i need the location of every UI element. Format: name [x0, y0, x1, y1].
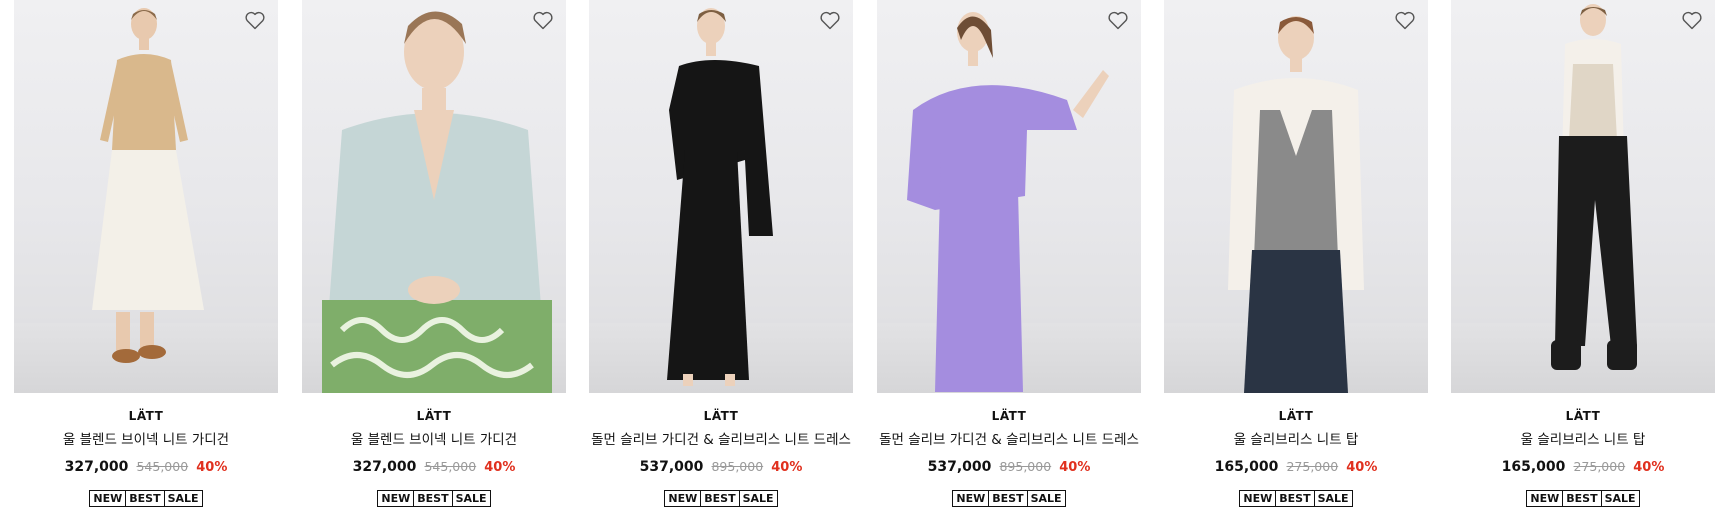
price-row: 327,000 545,000 40% [14, 456, 278, 476]
garment-bottom [1555, 136, 1637, 346]
badge-group: NEW BEST SALE [377, 490, 491, 507]
badge-group: NEW BEST SALE [952, 490, 1066, 507]
product-image[interactable] [1451, 0, 1715, 393]
garment-bottom [1244, 250, 1348, 393]
model-figure [92, 8, 204, 363]
product-name[interactable]: 울 슬리브리스 니트 탑 [1451, 431, 1715, 449]
product-grid: LÄTT 울 블렌드 브이넥 니트 가디건 327,000 545,000 40… [0, 0, 1715, 515]
model-figure [1228, 16, 1364, 393]
badge-sale: SALE [1026, 490, 1066, 507]
brand-name: LÄTT [416, 409, 452, 423]
product-info: LÄTT 울 슬리브리스 니트 탑 165,000 275,000 40% NE… [1451, 408, 1715, 507]
heart-outline-icon[interactable] [818, 8, 842, 32]
model-figure [667, 8, 773, 386]
garment-top [1569, 64, 1617, 140]
product-name[interactable]: 울 슬리브리스 니트 탑 [1164, 431, 1428, 449]
original-price: 545,000 [136, 459, 189, 474]
product-card[interactable]: LÄTT 울 슬리브리스 니트 탑 165,000 275,000 40% NE… [1451, 0, 1715, 515]
product-info: LÄTT 돌먼 슬리브 가디건 & 슬리브리스 니트 드레스 537,000 8… [589, 408, 853, 507]
sale-price: 165,000 [1214, 459, 1279, 475]
heart-outline-icon[interactable] [243, 8, 267, 32]
model-figure [322, 11, 552, 393]
discount-percent: 40% [1346, 460, 1378, 475]
badge-new: NEW [1239, 490, 1277, 507]
garment-bottom [322, 300, 552, 393]
garment-bottom [935, 150, 1023, 392]
badge-new: NEW [664, 490, 702, 507]
discount-percent: 40% [771, 460, 803, 475]
badge-group: NEW BEST SALE [664, 490, 778, 507]
product-card[interactable]: LÄTT 울 블렌드 브이넥 니트 가디건 327,000 545,000 40… [302, 0, 566, 515]
price-row: 165,000 275,000 40% [1451, 456, 1715, 476]
brand-name: LÄTT [703, 409, 739, 423]
sale-price: 165,000 [1501, 459, 1566, 475]
model-figure [907, 12, 1109, 392]
discount-percent: 40% [196, 460, 228, 475]
product-info: LÄTT 울 슬리브리스 니트 탑 165,000 275,000 40% NE… [1164, 408, 1428, 507]
product-image[interactable] [877, 0, 1141, 393]
product-name[interactable]: 돌먼 슬리브 가디건 & 슬리브리스 니트 드레스 [589, 431, 853, 449]
discount-percent: 40% [1633, 460, 1665, 475]
product-image[interactable] [1164, 0, 1428, 393]
original-price: 275,000 [1286, 459, 1339, 474]
badge-best: BEST [1562, 490, 1602, 507]
brand-name: LÄTT [991, 409, 1027, 423]
badge-sale: SALE [738, 490, 778, 507]
badge-group: NEW BEST SALE [89, 490, 203, 507]
sale-price: 537,000 [927, 459, 992, 475]
badge-group: NEW BEST SALE [1526, 490, 1640, 507]
brand-name: LÄTT [1278, 409, 1314, 423]
original-price: 275,000 [1573, 459, 1626, 474]
price-row: 537,000 895,000 40% [589, 456, 853, 476]
product-image[interactable] [302, 0, 566, 393]
garment-top [112, 54, 176, 150]
original-price: 545,000 [424, 459, 477, 474]
discount-percent: 40% [1059, 460, 1091, 475]
badge-sale: SALE [451, 490, 491, 507]
brand-name: LÄTT [128, 409, 164, 423]
badge-new: NEW [377, 490, 415, 507]
badge-best: BEST [988, 490, 1028, 507]
product-info: LÄTT 울 블렌드 브이넥 니트 가디건 327,000 545,000 40… [14, 408, 278, 507]
product-info: LÄTT 울 블렌드 브이넥 니트 가디건 327,000 545,000 40… [302, 408, 566, 507]
sale-price: 327,000 [64, 459, 129, 475]
garment-bottom [667, 150, 749, 380]
price-row: 537,000 895,000 40% [877, 456, 1141, 476]
sale-price: 327,000 [352, 459, 417, 475]
product-info: LÄTT 돌먼 슬리브 가디건 & 슬리브리스 니트 드레스 537,000 8… [877, 408, 1141, 507]
price-row: 165,000 275,000 40% [1164, 456, 1428, 476]
heart-outline-icon[interactable] [1393, 8, 1417, 32]
badge-new: NEW [89, 490, 127, 507]
discount-percent: 40% [484, 460, 516, 475]
badge-new: NEW [1526, 490, 1564, 507]
badge-group: NEW BEST SALE [1239, 490, 1353, 507]
product-image[interactable] [589, 0, 853, 393]
heart-outline-icon[interactable] [1680, 8, 1704, 32]
badge-sale: SALE [163, 490, 203, 507]
badge-best: BEST [1275, 490, 1315, 507]
product-name[interactable]: 울 블렌드 브이넥 니트 가디건 [14, 431, 278, 449]
model-figure [1551, 4, 1637, 370]
brand-name: LÄTT [1565, 409, 1601, 423]
badge-best: BEST [700, 490, 740, 507]
product-card[interactable]: LÄTT 돌먼 슬리브 가디건 & 슬리브리스 니트 드레스 537,000 8… [589, 0, 853, 515]
badge-best: BEST [413, 490, 453, 507]
original-price: 895,000 [711, 459, 764, 474]
badge-sale: SALE [1600, 490, 1640, 507]
heart-outline-icon[interactable] [531, 8, 555, 32]
product-name[interactable]: 울 블렌드 브이넥 니트 가디건 [302, 431, 566, 449]
price-row: 327,000 545,000 40% [302, 456, 566, 476]
badge-new: NEW [952, 490, 990, 507]
badge-best: BEST [125, 490, 165, 507]
product-card[interactable]: LÄTT 돌먼 슬리브 가디건 & 슬리브리스 니트 드레스 537,000 8… [877, 0, 1141, 515]
sale-price: 537,000 [639, 459, 704, 475]
product-image[interactable] [14, 0, 278, 393]
product-card[interactable]: LÄTT 울 슬리브리스 니트 탑 165,000 275,000 40% NE… [1164, 0, 1428, 515]
original-price: 895,000 [999, 459, 1052, 474]
product-card[interactable]: LÄTT 울 블렌드 브이넥 니트 가디건 327,000 545,000 40… [14, 0, 278, 515]
badge-sale: SALE [1313, 490, 1353, 507]
heart-outline-icon[interactable] [1106, 8, 1130, 32]
garment-bottom [92, 150, 204, 310]
product-name[interactable]: 돌먼 슬리브 가디건 & 슬리브리스 니트 드레스 [877, 431, 1141, 449]
